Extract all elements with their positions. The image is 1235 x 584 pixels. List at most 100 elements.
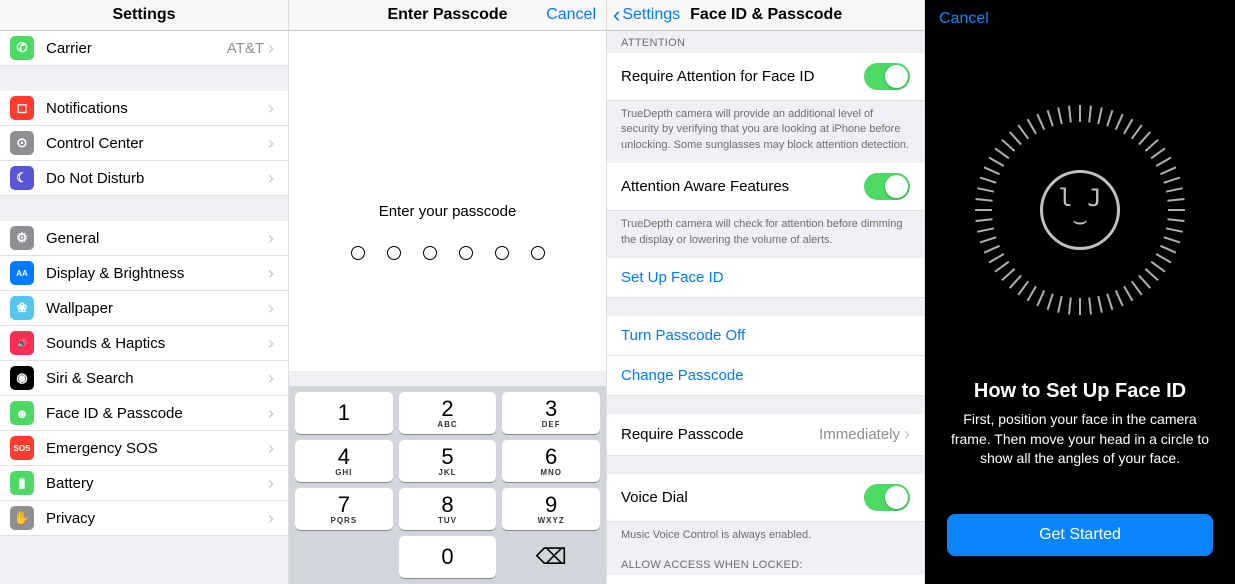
- keypad-key[interactable]: 5JKL: [399, 440, 497, 482]
- key-number: 0: [441, 546, 453, 568]
- settings-row[interactable]: ❀Wallpaper›: [0, 291, 288, 326]
- row-label: Display & Brightness: [46, 265, 268, 282]
- key-number: 2: [441, 398, 453, 420]
- app-icon: ✋: [10, 506, 34, 530]
- attention-aware-row[interactable]: Attention Aware Features: [607, 163, 924, 211]
- chevron-right-icon: ›: [268, 508, 274, 529]
- voice-dial-label: Voice Dial: [621, 489, 864, 506]
- key-number: 9: [545, 494, 557, 516]
- row-label: Notifications: [46, 100, 268, 117]
- app-icon: ❀: [10, 296, 34, 320]
- chevron-right-icon: ›: [268, 98, 274, 119]
- key-letters: JKL: [438, 468, 456, 477]
- key-letters: WXYZ: [538, 516, 565, 525]
- app-icon: ◉: [10, 366, 34, 390]
- row-label: Wallpaper: [46, 300, 268, 317]
- settings-row[interactable]: ◉ Siri & Search›: [0, 361, 288, 396]
- backspace-key[interactable]: ⌫: [502, 536, 600, 578]
- keypad-key[interactable]: 8TUV: [399, 488, 497, 530]
- key-letters: ABC: [437, 420, 457, 429]
- settings-row[interactable]: SOSEmergency SOS›: [0, 431, 288, 466]
- chevron-right-icon: ›: [268, 228, 274, 249]
- setup-faceid-row[interactable]: Set Up Face ID: [607, 258, 924, 298]
- settings-row[interactable]: ⊙Control Center›: [0, 126, 288, 161]
- key-number: 3: [545, 398, 557, 420]
- voice-dial-footer: Music Voice Control is always enabled.: [607, 522, 924, 553]
- settings-row[interactable]: ⚙ General›: [0, 221, 288, 256]
- settings-row[interactable]: ☻Face ID & Passcode›: [0, 396, 288, 431]
- passcode-dot: [459, 246, 473, 260]
- app-icon: 🔊: [10, 331, 34, 355]
- turn-passcode-off-row[interactable]: Turn Passcode Off: [607, 316, 924, 356]
- app-icon: ◻: [10, 96, 34, 120]
- face-icon: l J⌣: [1040, 170, 1120, 250]
- turn-passcode-off-link[interactable]: Turn Passcode Off: [621, 327, 910, 344]
- setup-faceid-link[interactable]: Set Up Face ID: [621, 269, 910, 286]
- get-started-button[interactable]: Get Started: [947, 514, 1213, 556]
- voice-dial-row[interactable]: Voice Dial: [607, 474, 924, 522]
- back-button[interactable]: ‹ Settings: [607, 2, 680, 28]
- chevron-right-icon: ›: [268, 263, 274, 284]
- attention-aware-footer: TrueDepth camera will check for attentio…: [607, 211, 924, 258]
- section-gap: [607, 456, 924, 474]
- change-passcode-row[interactable]: Change Passcode: [607, 356, 924, 396]
- app-icon: SOS: [10, 436, 34, 460]
- passcode-dot: [387, 246, 401, 260]
- key-number: 5: [441, 446, 453, 468]
- row-label: Face ID & Passcode: [46, 405, 268, 422]
- row-value: AT&T: [227, 40, 264, 57]
- keypad-key[interactable]: 9WXYZ: [502, 488, 600, 530]
- chevron-right-icon: ›: [904, 424, 910, 445]
- keypad-key[interactable]: 4GHI: [295, 440, 393, 482]
- key-letters: GHI: [335, 468, 352, 477]
- toggle-on[interactable]: [864, 173, 910, 200]
- section-gap: [607, 298, 924, 316]
- faceid-heading: How to Set Up Face ID: [925, 380, 1235, 403]
- chevron-right-icon: ›: [268, 403, 274, 424]
- key-letters: TUV: [438, 516, 457, 525]
- require-attention-row[interactable]: Require Attention for Face ID: [607, 53, 924, 101]
- passcode-dot: [351, 246, 365, 260]
- faceid-description: First, position your face in the camera …: [943, 410, 1217, 469]
- app-icon: ✆: [10, 36, 34, 60]
- settings-row[interactable]: ☾Do Not Disturb›: [0, 161, 288, 196]
- section-header-allow: ALLOW ACCESS WHEN LOCKED:: [607, 553, 924, 575]
- row-label: Battery: [46, 475, 268, 492]
- settings-row[interactable]: ✆CarrierAT&T›: [0, 31, 288, 66]
- passcode-dot: [531, 246, 545, 260]
- keypad-key[interactable]: 1: [295, 392, 393, 434]
- row-label: Do Not Disturb: [46, 170, 268, 187]
- app-icon: ⊙: [10, 131, 34, 155]
- row-label: Control Center: [46, 135, 268, 152]
- settings-row[interactable]: AA Display & Brightness›: [0, 256, 288, 291]
- cancel-button[interactable]: Cancel: [939, 10, 989, 28]
- settings-title: Settings: [0, 0, 288, 31]
- today-view-row[interactable]: Today View: [607, 575, 924, 584]
- app-icon: AA: [10, 261, 34, 285]
- toggle-on[interactable]: [864, 63, 910, 90]
- settings-row[interactable]: 🔊Sounds & Haptics›: [0, 326, 288, 361]
- passcode-dots: [351, 246, 545, 260]
- keypad-key[interactable]: 2ABC: [399, 392, 497, 434]
- key-number: 4: [338, 446, 350, 468]
- keypad-key[interactable]: 6MNO: [502, 440, 600, 482]
- key-number: 1: [338, 402, 350, 424]
- settings-row[interactable]: ✋Privacy›: [0, 501, 288, 536]
- numeric-keypad: 12ABC3DEF4GHI5JKL6MNO7PQRS8TUV9WXYZ0⌫: [289, 386, 606, 584]
- app-icon: ▮: [10, 471, 34, 495]
- app-icon: ⚙: [10, 226, 34, 250]
- require-passcode-row[interactable]: Require Passcode Immediately ›: [607, 414, 924, 456]
- require-attention-footer: TrueDepth camera will provide an additio…: [607, 101, 924, 163]
- row-label: General: [46, 230, 268, 247]
- toggle-on[interactable]: [864, 484, 910, 511]
- keypad-key[interactable]: 7PQRS: [295, 488, 393, 530]
- keypad-key[interactable]: 3DEF: [502, 392, 600, 434]
- keypad-key[interactable]: 0: [399, 536, 497, 578]
- chevron-right-icon: ›: [268, 368, 274, 389]
- settings-row[interactable]: ◻ Notifications›: [0, 91, 288, 126]
- key-letters: PQRS: [330, 516, 357, 525]
- row-label: Siri & Search: [46, 370, 268, 387]
- settings-row[interactable]: ▮Battery›: [0, 466, 288, 501]
- change-passcode-link[interactable]: Change Passcode: [621, 367, 910, 384]
- cancel-button[interactable]: Cancel: [546, 6, 596, 24]
